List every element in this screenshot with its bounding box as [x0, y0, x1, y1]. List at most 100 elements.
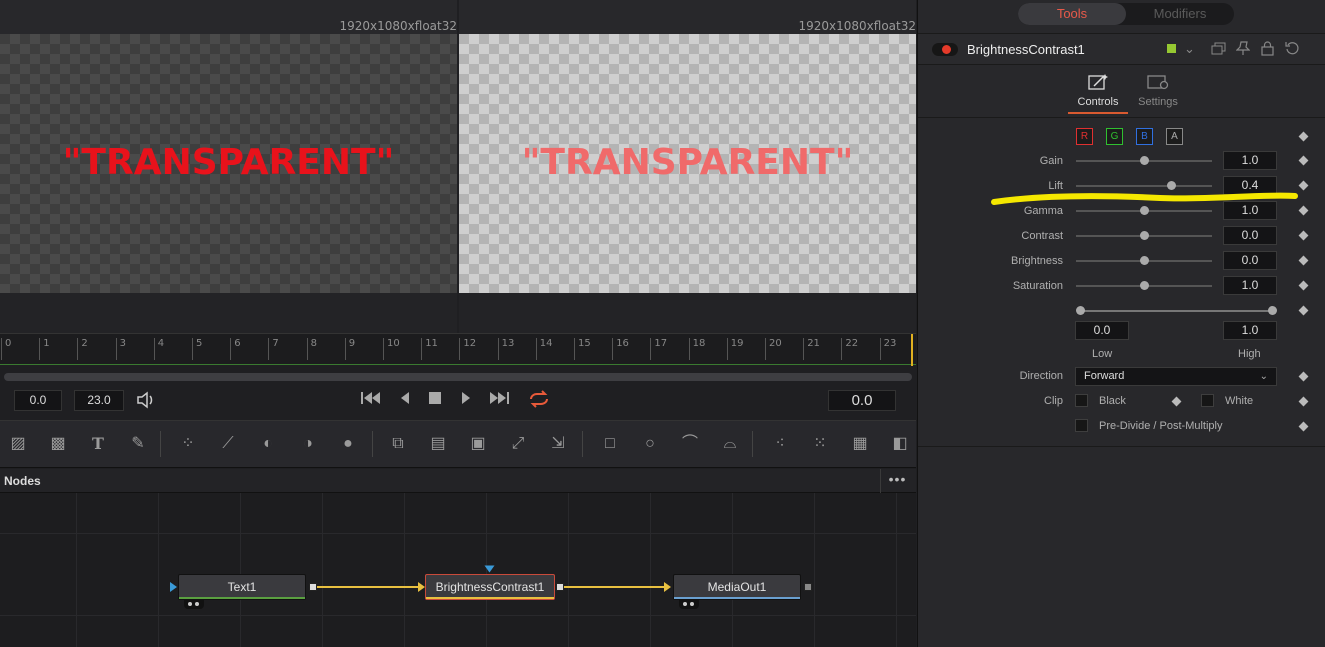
channel-r-toggle[interactable]: R: [1076, 128, 1093, 145]
pin-icon[interactable]: [1235, 41, 1251, 59]
keyframe-diamond-icon[interactable]: [1171, 396, 1182, 407]
brightness-contrast-icon[interactable]: ◐: [256, 433, 280, 455]
clip-black-checkbox[interactable]: [1075, 394, 1088, 407]
viewer-right-canvas[interactable]: "TRANSPARENT": [459, 34, 916, 293]
param-slider-lift[interactable]: [1076, 185, 1212, 187]
saver-icon[interactable]: ▣: [466, 433, 490, 455]
range-high-handle[interactable]: [1268, 306, 1277, 315]
play-reverse-icon[interactable]: [398, 390, 412, 411]
keyframe-diamond-icon[interactable]: [1298, 230, 1309, 241]
tool-color-chip[interactable]: [1167, 44, 1176, 53]
viewer-left-canvas[interactable]: "TRANSPARENT": [0, 34, 457, 293]
timeline-scrollbar[interactable]: [4, 373, 912, 381]
mask-rectangle-icon[interactable]: □: [598, 433, 622, 455]
viewer-left[interactable]: 1920x1080xfloat32 "TRANSPARENT": [0, 0, 457, 333]
output-port[interactable]: [556, 583, 564, 591]
go-to-start-icon[interactable]: [360, 390, 382, 411]
node-brightnesscontrast1[interactable]: BrightnessContrast1: [425, 574, 555, 600]
keyframe-diamond-icon[interactable]: [1298, 180, 1309, 191]
color-curves-icon[interactable]: ⟋: [216, 433, 240, 455]
keyframe-diamond-icon[interactable]: [1298, 255, 1309, 266]
param-slider-handle[interactable]: [1140, 281, 1149, 290]
resize-icon[interactable]: ⇲: [546, 433, 570, 455]
ruler-tick: 20: [765, 338, 782, 360]
fast-noise-icon[interactable]: ▩: [46, 433, 70, 455]
node-mediaout1[interactable]: MediaOut1: [673, 574, 801, 600]
tab-controls[interactable]: Controls: [1068, 72, 1128, 114]
time-ruler[interactable]: 0 1 2 3 4 5 6 7 8 9 10 11 12 13 14 15 16 17 18 19 20 21 22 23: [0, 333, 916, 366]
viewer-right[interactable]: 1920x1080xfloat32 "TRANSPARENT": [459, 0, 916, 333]
channel-g-toggle[interactable]: G: [1106, 128, 1123, 145]
loop-icon[interactable]: [527, 390, 551, 413]
prender-icon[interactable]: ⁙: [808, 433, 832, 455]
pemitter-icon[interactable]: ⁖: [768, 433, 792, 455]
output-port[interactable]: [309, 583, 317, 591]
shape3d-icon[interactable]: ◧: [888, 433, 912, 455]
param-value-gamma[interactable]: 1.0: [1223, 201, 1277, 220]
image-plane-icon[interactable]: ▦: [848, 433, 872, 455]
toolbar-separator: [752, 431, 753, 457]
nodes-menu-icon[interactable]: •••: [880, 469, 914, 493]
text-icon[interactable]: T: [86, 433, 110, 455]
chevron-down-icon[interactable]: ⌄: [1184, 41, 1195, 57]
paint-icon[interactable]: ✎: [126, 433, 150, 455]
loader-icon[interactable]: ▤: [426, 433, 450, 455]
param-slider-handle[interactable]: [1140, 231, 1149, 240]
mask-bspline-icon[interactable]: ⌓: [718, 433, 742, 455]
range-low-field[interactable]: 0.0: [1075, 321, 1129, 340]
direction-dropdown[interactable]: Forward ⌄: [1075, 367, 1277, 386]
range-low-handle[interactable]: [1076, 306, 1085, 315]
keyframe-diamond-icon[interactable]: [1298, 131, 1309, 142]
channel-a-toggle[interactable]: A: [1166, 128, 1183, 145]
keyframe-diamond-icon[interactable]: [1298, 421, 1309, 432]
mask-ellipse-icon[interactable]: ○: [638, 433, 662, 455]
reset-icon[interactable]: [1285, 41, 1300, 59]
param-value-lift[interactable]: 0.4: [1223, 176, 1277, 195]
connection-text-to-bc: [317, 586, 421, 588]
tab-tools[interactable]: Tools: [1018, 3, 1126, 25]
transform-icon[interactable]: ⤢: [506, 433, 530, 455]
play-forward-icon[interactable]: [459, 390, 473, 411]
go-to-end-icon[interactable]: [488, 390, 510, 411]
particles-icon[interactable]: ⁘: [176, 433, 200, 455]
blur-icon[interactable]: ●: [336, 433, 360, 455]
param-value-saturation[interactable]: 1.0: [1223, 276, 1277, 295]
current-time-field[interactable]: 0.0: [828, 390, 896, 411]
keyframe-diamond-icon[interactable]: [1298, 280, 1309, 291]
param-value-brightness[interactable]: 0.0: [1223, 251, 1277, 270]
param-slider-handle[interactable]: [1140, 256, 1149, 265]
param-slider-handle[interactable]: [1140, 156, 1149, 165]
color-corrector-icon[interactable]: ◑: [296, 433, 320, 455]
versions-icon[interactable]: [1211, 42, 1226, 58]
keyframe-diamond-icon[interactable]: [1298, 155, 1309, 166]
playhead[interactable]: [911, 334, 913, 366]
keyframe-diamond-icon[interactable]: [1298, 371, 1309, 382]
param-slider-handle[interactable]: [1140, 206, 1149, 215]
tool-enable-toggle[interactable]: [932, 43, 958, 56]
tab-modifiers[interactable]: Modifiers: [1126, 3, 1234, 25]
keyframe-diamond-icon[interactable]: [1298, 205, 1309, 216]
param-value-gain[interactable]: 1.0: [1223, 151, 1277, 170]
lock-icon[interactable]: [1261, 41, 1274, 59]
background-icon[interactable]: ▨: [6, 433, 30, 455]
keyframe-diamond-icon[interactable]: [1298, 305, 1309, 316]
audio-icon[interactable]: [136, 391, 156, 414]
mask-polygon-icon[interactable]: ⌒: [678, 433, 702, 455]
predivide-checkbox[interactable]: [1075, 419, 1088, 432]
merge-icon[interactable]: ⧉: [386, 433, 410, 455]
clip-white-checkbox[interactable]: [1201, 394, 1214, 407]
render-end-field[interactable]: 23.0: [74, 390, 124, 411]
node-text1[interactable]: Text1: [178, 574, 306, 600]
connection-arrow-icon: [664, 582, 671, 592]
output-port[interactable]: [804, 583, 812, 591]
param-slider-handle[interactable]: [1167, 181, 1177, 190]
keyframe-diamond-icon[interactable]: [1298, 396, 1309, 407]
tab-settings[interactable]: Settings: [1128, 72, 1188, 108]
channel-b-toggle[interactable]: B: [1136, 128, 1153, 145]
param-value-contrast[interactable]: 0.0: [1223, 226, 1277, 245]
stop-icon[interactable]: [428, 390, 442, 411]
render-start-field[interactable]: 0.0: [14, 390, 62, 411]
range-high-field[interactable]: 1.0: [1223, 321, 1277, 340]
node-editor[interactable]: Text1 BrightnessContrast1 MediaOut1: [0, 493, 916, 647]
range-slider-track[interactable]: [1079, 310, 1274, 312]
